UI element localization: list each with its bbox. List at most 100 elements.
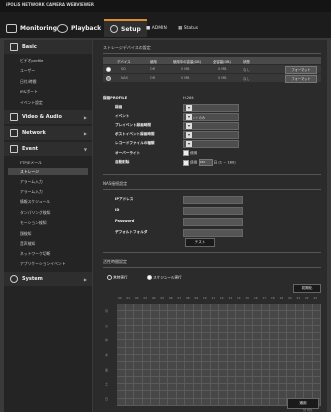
schedule-cell[interactable] [151,391,160,399]
schedule-cell[interactable] [151,369,160,377]
schedule-cell[interactable] [210,391,219,399]
schedule-cell[interactable] [270,347,279,355]
schedule-cell[interactable] [142,311,151,319]
schedule-cell[interactable] [185,355,194,363]
schedule-cell[interactable] [219,325,228,334]
schedule-cell[interactable] [134,384,143,392]
schedule-cell[interactable] [236,384,245,392]
nas-folder-input[interactable] [183,229,243,237]
schedule-cell[interactable] [134,398,143,406]
schedule-cell[interactable] [253,318,262,326]
schedule-cell[interactable] [202,333,211,341]
schedule-cell[interactable] [159,398,168,406]
schedule-cell[interactable] [176,362,185,370]
schedule-cell[interactable] [202,318,211,326]
schedule-cell[interactable] [270,391,279,399]
sidebar-group-event[interactable]: Event ▼ [4,142,92,156]
schedule-cell[interactable] [134,304,143,312]
schedule-cell[interactable] [227,376,236,385]
schedule-cell[interactable] [244,333,253,341]
schedule-cell[interactable] [142,347,151,355]
schedule-grid[interactable] [117,304,321,406]
schedule-cell[interactable] [185,362,194,370]
schedule-cell[interactable] [168,362,177,370]
schedule-cell[interactable] [253,340,262,348]
schedule-cell[interactable] [210,325,219,334]
schedule-cell[interactable] [219,311,228,319]
schedule-cell[interactable] [125,311,134,319]
schedule-cell[interactable] [278,369,287,377]
schedule-cell[interactable] [193,347,202,355]
format-button[interactable]: フォーマット [285,75,317,83]
schedule-cell[interactable] [261,304,270,312]
schedule-cell[interactable] [117,355,126,363]
schedule-cell[interactable] [236,362,245,370]
schedule-cell[interactable] [295,369,304,377]
schedule-cell[interactable] [287,347,296,355]
schedule-cell[interactable] [261,333,270,341]
schedule-cell[interactable] [227,369,236,377]
schedule-cell[interactable] [261,355,270,363]
schedule-cell[interactable] [142,384,151,392]
schedule-cell[interactable] [270,333,279,341]
schedule-cell[interactable] [142,340,151,348]
schedule-cell[interactable] [261,391,270,399]
schedule-cell[interactable] [159,325,168,334]
schedule-cell[interactable] [151,325,160,334]
schedule-cell[interactable] [210,398,219,406]
schedule-cell[interactable] [193,376,202,385]
schedule-cell[interactable] [227,398,236,406]
schedule-cell[interactable] [270,369,279,377]
schedule-cell[interactable] [159,362,168,370]
clear-button[interactable]: 初期化 [293,284,321,293]
schedule-cell[interactable] [278,384,287,392]
sidebar-item-storage[interactable]: ストレージ [8,168,88,175]
schedule-cell[interactable] [227,318,236,326]
schedule-cell[interactable] [270,355,279,363]
schedule-cell[interactable] [176,376,185,385]
schedule-cell[interactable] [236,325,245,334]
schedule-cell[interactable] [193,304,202,312]
schedule-cell[interactable] [227,347,236,355]
always-radio[interactable]: 常時実行 [107,275,128,281]
schedule-cell[interactable] [244,311,253,319]
schedule-cell[interactable] [227,384,236,392]
schedule-cell[interactable] [287,333,296,341]
schedule-cell[interactable] [236,347,245,355]
schedule-cell[interactable] [176,369,185,377]
schedule-cell[interactable] [253,369,262,377]
schedule-cell[interactable] [185,318,194,326]
schedule-cell[interactable] [270,304,279,312]
schedule-cell[interactable] [227,311,236,319]
schedule-cell[interactable] [117,304,126,312]
apply-button[interactable]: 適用 [287,398,319,409]
schedule-cell[interactable] [253,347,262,355]
schedule-cell[interactable] [244,355,253,363]
schedule-cell[interactable] [151,311,160,319]
schedule-cell[interactable] [227,304,236,312]
schedule-cell[interactable] [168,333,177,341]
schedule-cell[interactable] [304,318,313,326]
schedule-cell[interactable] [278,391,287,399]
schedule-cell[interactable] [244,376,253,385]
schedule-cell[interactable] [287,311,296,319]
schedule-cell[interactable] [168,347,177,355]
schedule-cell[interactable] [142,398,151,406]
schedule-cell[interactable] [295,304,304,312]
schedule-cell[interactable] [312,369,321,377]
schedule-cell[interactable] [219,398,228,406]
schedule-cell[interactable] [159,333,168,341]
schedule-cell[interactable] [287,369,296,377]
schedule-cell[interactable] [134,355,143,363]
schedule-cell[interactable] [270,362,279,370]
schedule-cell[interactable] [202,340,211,348]
schedule-cell[interactable] [168,355,177,363]
sidebar-item-network-disconnect[interactable]: ネットワーク切断 [20,251,50,257]
schedule-cell[interactable] [287,376,296,385]
schedule-cell[interactable] [134,362,143,370]
schedule-cell[interactable] [210,347,219,355]
schedule-cell[interactable] [168,325,177,334]
schedule-cell[interactable] [168,391,177,399]
schedule-cell[interactable] [117,391,126,399]
table-row[interactable]: NAS Off 0 MB 0 MB なし フォーマット [103,74,321,83]
